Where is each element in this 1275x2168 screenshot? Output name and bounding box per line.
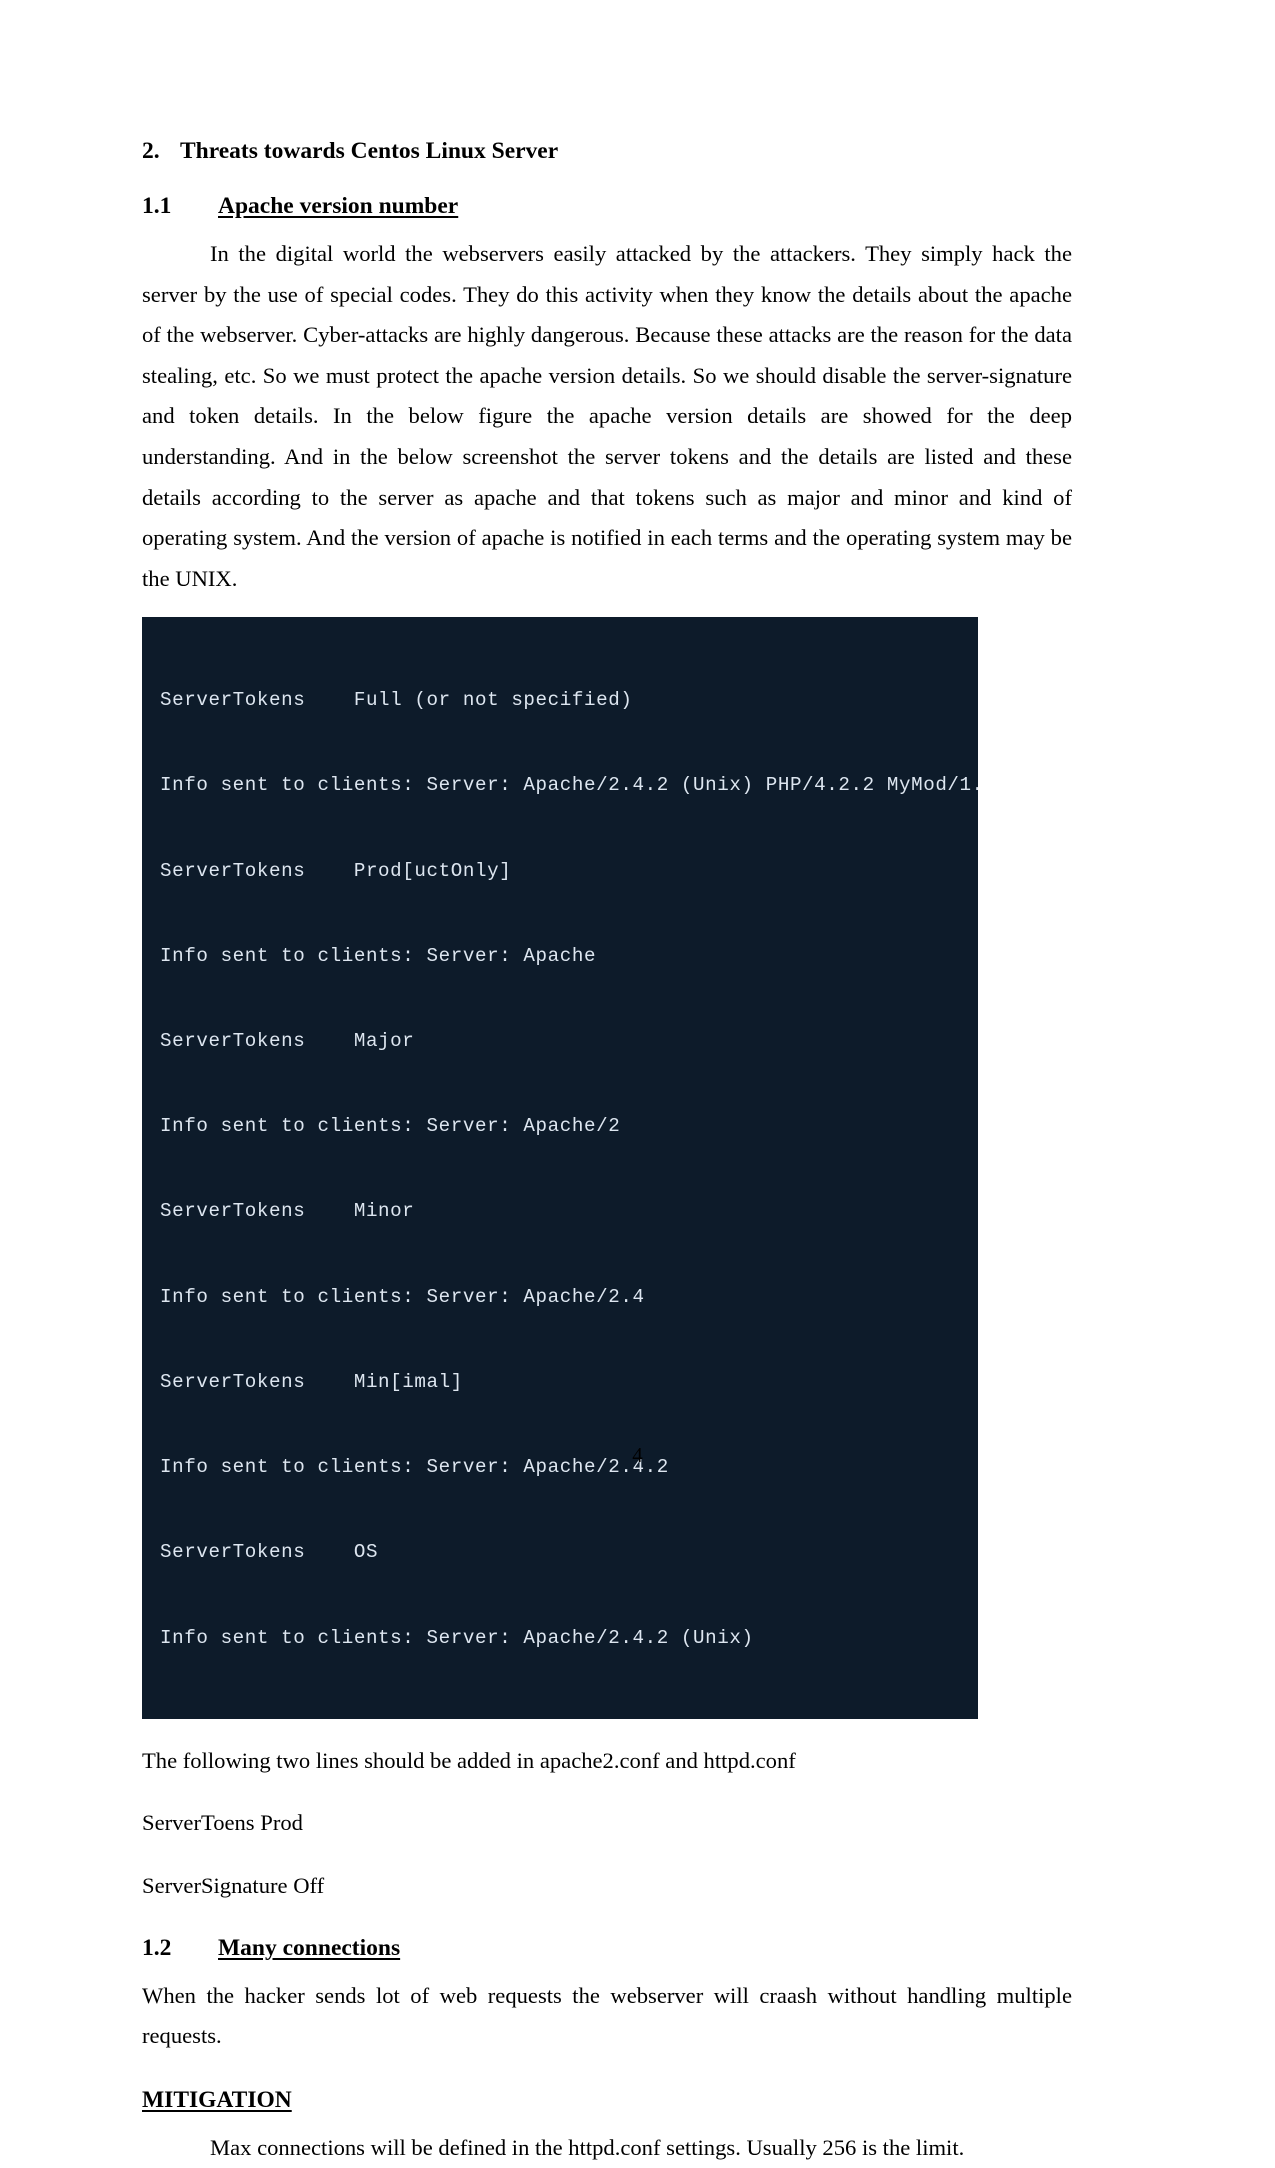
terminal-line: ServerTokens OS bbox=[160, 1541, 379, 1564]
heading-threats-centos: 2. Threats towards Centos Linux Server bbox=[142, 138, 1072, 165]
heading-mitigation: MITIGATION bbox=[142, 2086, 292, 2113]
document-page: 2. Threats towards Centos Linux Server 1… bbox=[0, 0, 1275, 2160]
terminal-line: ServerTokens Major bbox=[160, 1030, 415, 1053]
heading-threats-number: 2. bbox=[142, 138, 160, 164]
heading-many-connections: 1.2 Many connections bbox=[142, 1935, 1072, 1962]
paragraph-many-connections: When the hacker sends lot of web request… bbox=[142, 1982, 1072, 2049]
paragraph-apache-intro: In the digital world the webservers easi… bbox=[142, 241, 1072, 591]
terminal-line: ServerTokens Full (or not specified) bbox=[160, 689, 633, 712]
terminal-line: ServerTokens Minor bbox=[160, 1200, 415, 1223]
document-body: 2. Threats towards Centos Linux Server 1… bbox=[142, 138, 1072, 2168]
paragraph-mitigation: Max connections will be defined in the h… bbox=[210, 2134, 965, 2160]
heading-threats-text: Threats towards Centos Linux Server bbox=[180, 138, 559, 164]
heading-mitigation-wrapper: MITIGATION bbox=[142, 2057, 1072, 2114]
text-following-two-lines: The following two lines should be added … bbox=[142, 1747, 796, 1773]
config-directive-serversignature: ServerSignature Off bbox=[142, 1872, 325, 1898]
config-directive-servertokens: ServerToens Prod bbox=[142, 1810, 303, 1836]
terminal-line: ServerTokens Min[imal] bbox=[160, 1370, 463, 1393]
terminal-line: Info sent to clients: Server: Apache/2.4 bbox=[160, 1285, 645, 1308]
terminal-screenshot-servertokens: ServerTokens Full (or not specified) Inf… bbox=[142, 617, 978, 1719]
heading-many-connections-text: Many connections bbox=[218, 1934, 401, 1961]
page-number: 4 bbox=[632, 1443, 643, 1467]
heading-apache-version-number: 1.1 Apache version number bbox=[142, 193, 1072, 220]
terminal-line: Info sent to clients: Server: Apache bbox=[160, 944, 597, 967]
heading-apache-number: 1.1 bbox=[142, 193, 172, 220]
terminal-line: Info sent to clients: Server: Apache/2 bbox=[160, 1115, 621, 1138]
terminal-line: Info sent to clients: Server: Apache/2.4… bbox=[160, 774, 978, 797]
heading-many-connections-number: 1.2 bbox=[142, 1934, 172, 1961]
heading-apache-text: Apache version number bbox=[218, 193, 459, 220]
terminal-line: ServerTokens Prod[uctOnly] bbox=[160, 859, 512, 882]
terminal-line: Info sent to clients: Server: Apache/2.4… bbox=[160, 1626, 754, 1649]
